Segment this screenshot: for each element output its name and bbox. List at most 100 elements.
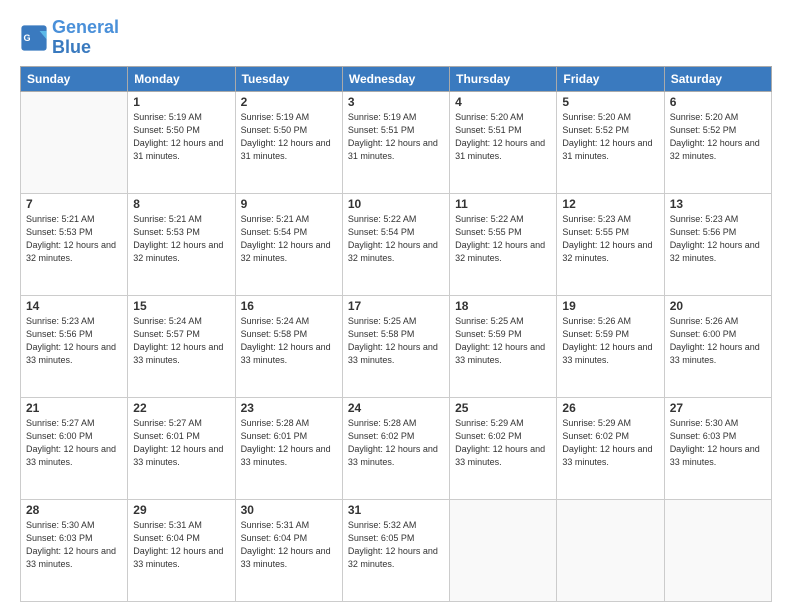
day-detail: Sunrise: 5:20 AMSunset: 5:52 PMDaylight:…: [562, 111, 658, 163]
day-detail: Sunrise: 5:19 AMSunset: 5:50 PMDaylight:…: [241, 111, 337, 163]
calendar-day-cell: 3 Sunrise: 5:19 AMSunset: 5:51 PMDayligh…: [342, 91, 449, 193]
day-detail: Sunrise: 5:22 AMSunset: 5:54 PMDaylight:…: [348, 213, 444, 265]
day-detail: Sunrise: 5:26 AMSunset: 5:59 PMDaylight:…: [562, 315, 658, 367]
day-detail: Sunrise: 5:32 AMSunset: 6:05 PMDaylight:…: [348, 519, 444, 571]
calendar-day-cell: 21 Sunrise: 5:27 AMSunset: 6:00 PMDaylig…: [21, 397, 128, 499]
calendar-weekday: Saturday: [664, 66, 771, 91]
calendar-week-row: 21 Sunrise: 5:27 AMSunset: 6:00 PMDaylig…: [21, 397, 772, 499]
calendar-weekday: Thursday: [450, 66, 557, 91]
calendar-day-cell: 14 Sunrise: 5:23 AMSunset: 5:56 PMDaylig…: [21, 295, 128, 397]
calendar-week-row: 1 Sunrise: 5:19 AMSunset: 5:50 PMDayligh…: [21, 91, 772, 193]
day-detail: Sunrise: 5:26 AMSunset: 6:00 PMDaylight:…: [670, 315, 766, 367]
day-detail: Sunrise: 5:27 AMSunset: 6:00 PMDaylight:…: [26, 417, 122, 469]
day-number: 27: [670, 401, 766, 415]
calendar-day-cell: [557, 499, 664, 601]
calendar-weekday: Wednesday: [342, 66, 449, 91]
calendar-day-cell: 4 Sunrise: 5:20 AMSunset: 5:51 PMDayligh…: [450, 91, 557, 193]
day-number: 6: [670, 95, 766, 109]
calendar-day-cell: 2 Sunrise: 5:19 AMSunset: 5:50 PMDayligh…: [235, 91, 342, 193]
calendar-day-cell: 18 Sunrise: 5:25 AMSunset: 5:59 PMDaylig…: [450, 295, 557, 397]
day-detail: Sunrise: 5:25 AMSunset: 5:58 PMDaylight:…: [348, 315, 444, 367]
day-number: 25: [455, 401, 551, 415]
calendar-day-cell: 20 Sunrise: 5:26 AMSunset: 6:00 PMDaylig…: [664, 295, 771, 397]
day-number: 29: [133, 503, 229, 517]
day-detail: Sunrise: 5:30 AMSunset: 6:03 PMDaylight:…: [26, 519, 122, 571]
day-number: 11: [455, 197, 551, 211]
calendar-day-cell: [450, 499, 557, 601]
day-detail: Sunrise: 5:24 AMSunset: 5:58 PMDaylight:…: [241, 315, 337, 367]
day-detail: Sunrise: 5:28 AMSunset: 6:01 PMDaylight:…: [241, 417, 337, 469]
calendar-day-cell: 22 Sunrise: 5:27 AMSunset: 6:01 PMDaylig…: [128, 397, 235, 499]
day-number: 8: [133, 197, 229, 211]
header: G General Blue: [20, 18, 772, 58]
calendar-day-cell: 31 Sunrise: 5:32 AMSunset: 6:05 PMDaylig…: [342, 499, 449, 601]
day-number: 23: [241, 401, 337, 415]
calendar-day-cell: 15 Sunrise: 5:24 AMSunset: 5:57 PMDaylig…: [128, 295, 235, 397]
day-number: 20: [670, 299, 766, 313]
calendar-day-cell: 23 Sunrise: 5:28 AMSunset: 6:01 PMDaylig…: [235, 397, 342, 499]
day-detail: Sunrise: 5:21 AMSunset: 5:53 PMDaylight:…: [133, 213, 229, 265]
day-number: 17: [348, 299, 444, 313]
calendar-day-cell: 17 Sunrise: 5:25 AMSunset: 5:58 PMDaylig…: [342, 295, 449, 397]
day-detail: Sunrise: 5:21 AMSunset: 5:54 PMDaylight:…: [241, 213, 337, 265]
calendar-day-cell: 5 Sunrise: 5:20 AMSunset: 5:52 PMDayligh…: [557, 91, 664, 193]
day-number: 26: [562, 401, 658, 415]
day-detail: Sunrise: 5:19 AMSunset: 5:51 PMDaylight:…: [348, 111, 444, 163]
day-detail: Sunrise: 5:31 AMSunset: 6:04 PMDaylight:…: [241, 519, 337, 571]
day-detail: Sunrise: 5:24 AMSunset: 5:57 PMDaylight:…: [133, 315, 229, 367]
day-number: 4: [455, 95, 551, 109]
day-detail: Sunrise: 5:20 AMSunset: 5:51 PMDaylight:…: [455, 111, 551, 163]
day-number: 2: [241, 95, 337, 109]
day-detail: Sunrise: 5:23 AMSunset: 5:56 PMDaylight:…: [670, 213, 766, 265]
calendar-day-cell: 24 Sunrise: 5:28 AMSunset: 6:02 PMDaylig…: [342, 397, 449, 499]
calendar-day-cell: 13 Sunrise: 5:23 AMSunset: 5:56 PMDaylig…: [664, 193, 771, 295]
day-number: 24: [348, 401, 444, 415]
day-detail: Sunrise: 5:22 AMSunset: 5:55 PMDaylight:…: [455, 213, 551, 265]
logo-text: General Blue: [52, 18, 119, 58]
calendar-day-cell: 25 Sunrise: 5:29 AMSunset: 6:02 PMDaylig…: [450, 397, 557, 499]
day-number: 28: [26, 503, 122, 517]
day-detail: Sunrise: 5:19 AMSunset: 5:50 PMDaylight:…: [133, 111, 229, 163]
calendar-day-cell: 12 Sunrise: 5:23 AMSunset: 5:55 PMDaylig…: [557, 193, 664, 295]
calendar-day-cell: 28 Sunrise: 5:30 AMSunset: 6:03 PMDaylig…: [21, 499, 128, 601]
calendar-week-row: 28 Sunrise: 5:30 AMSunset: 6:03 PMDaylig…: [21, 499, 772, 601]
day-number: 18: [455, 299, 551, 313]
calendar-weekday: Tuesday: [235, 66, 342, 91]
day-number: 14: [26, 299, 122, 313]
day-detail: Sunrise: 5:23 AMSunset: 5:55 PMDaylight:…: [562, 213, 658, 265]
calendar-day-cell: 16 Sunrise: 5:24 AMSunset: 5:58 PMDaylig…: [235, 295, 342, 397]
calendar-day-cell: 27 Sunrise: 5:30 AMSunset: 6:03 PMDaylig…: [664, 397, 771, 499]
page: G General Blue SundayMondayTuesdayWednes…: [0, 0, 792, 612]
day-number: 30: [241, 503, 337, 517]
day-number: 19: [562, 299, 658, 313]
calendar-table: SundayMondayTuesdayWednesdayThursdayFrid…: [20, 66, 772, 602]
day-number: 21: [26, 401, 122, 415]
calendar-weekday: Monday: [128, 66, 235, 91]
calendar-week-row: 14 Sunrise: 5:23 AMSunset: 5:56 PMDaylig…: [21, 295, 772, 397]
day-detail: Sunrise: 5:21 AMSunset: 5:53 PMDaylight:…: [26, 213, 122, 265]
calendar-day-cell: 30 Sunrise: 5:31 AMSunset: 6:04 PMDaylig…: [235, 499, 342, 601]
day-detail: Sunrise: 5:20 AMSunset: 5:52 PMDaylight:…: [670, 111, 766, 163]
calendar-day-cell: 8 Sunrise: 5:21 AMSunset: 5:53 PMDayligh…: [128, 193, 235, 295]
day-number: 12: [562, 197, 658, 211]
day-detail: Sunrise: 5:23 AMSunset: 5:56 PMDaylight:…: [26, 315, 122, 367]
calendar-day-cell: 1 Sunrise: 5:19 AMSunset: 5:50 PMDayligh…: [128, 91, 235, 193]
calendar-day-cell: 7 Sunrise: 5:21 AMSunset: 5:53 PMDayligh…: [21, 193, 128, 295]
logo-icon: G: [20, 24, 48, 52]
day-detail: Sunrise: 5:28 AMSunset: 6:02 PMDaylight:…: [348, 417, 444, 469]
calendar-day-cell: 26 Sunrise: 5:29 AMSunset: 6:02 PMDaylig…: [557, 397, 664, 499]
svg-text:G: G: [24, 33, 31, 43]
day-number: 10: [348, 197, 444, 211]
day-number: 22: [133, 401, 229, 415]
day-number: 13: [670, 197, 766, 211]
calendar-week-row: 7 Sunrise: 5:21 AMSunset: 5:53 PMDayligh…: [21, 193, 772, 295]
calendar-day-cell: 10 Sunrise: 5:22 AMSunset: 5:54 PMDaylig…: [342, 193, 449, 295]
calendar-weekday: Sunday: [21, 66, 128, 91]
calendar-day-cell: [21, 91, 128, 193]
calendar-weekday: Friday: [557, 66, 664, 91]
day-detail: Sunrise: 5:29 AMSunset: 6:02 PMDaylight:…: [455, 417, 551, 469]
calendar-header-row: SundayMondayTuesdayWednesdayThursdayFrid…: [21, 66, 772, 91]
day-detail: Sunrise: 5:27 AMSunset: 6:01 PMDaylight:…: [133, 417, 229, 469]
day-number: 31: [348, 503, 444, 517]
day-number: 1: [133, 95, 229, 109]
